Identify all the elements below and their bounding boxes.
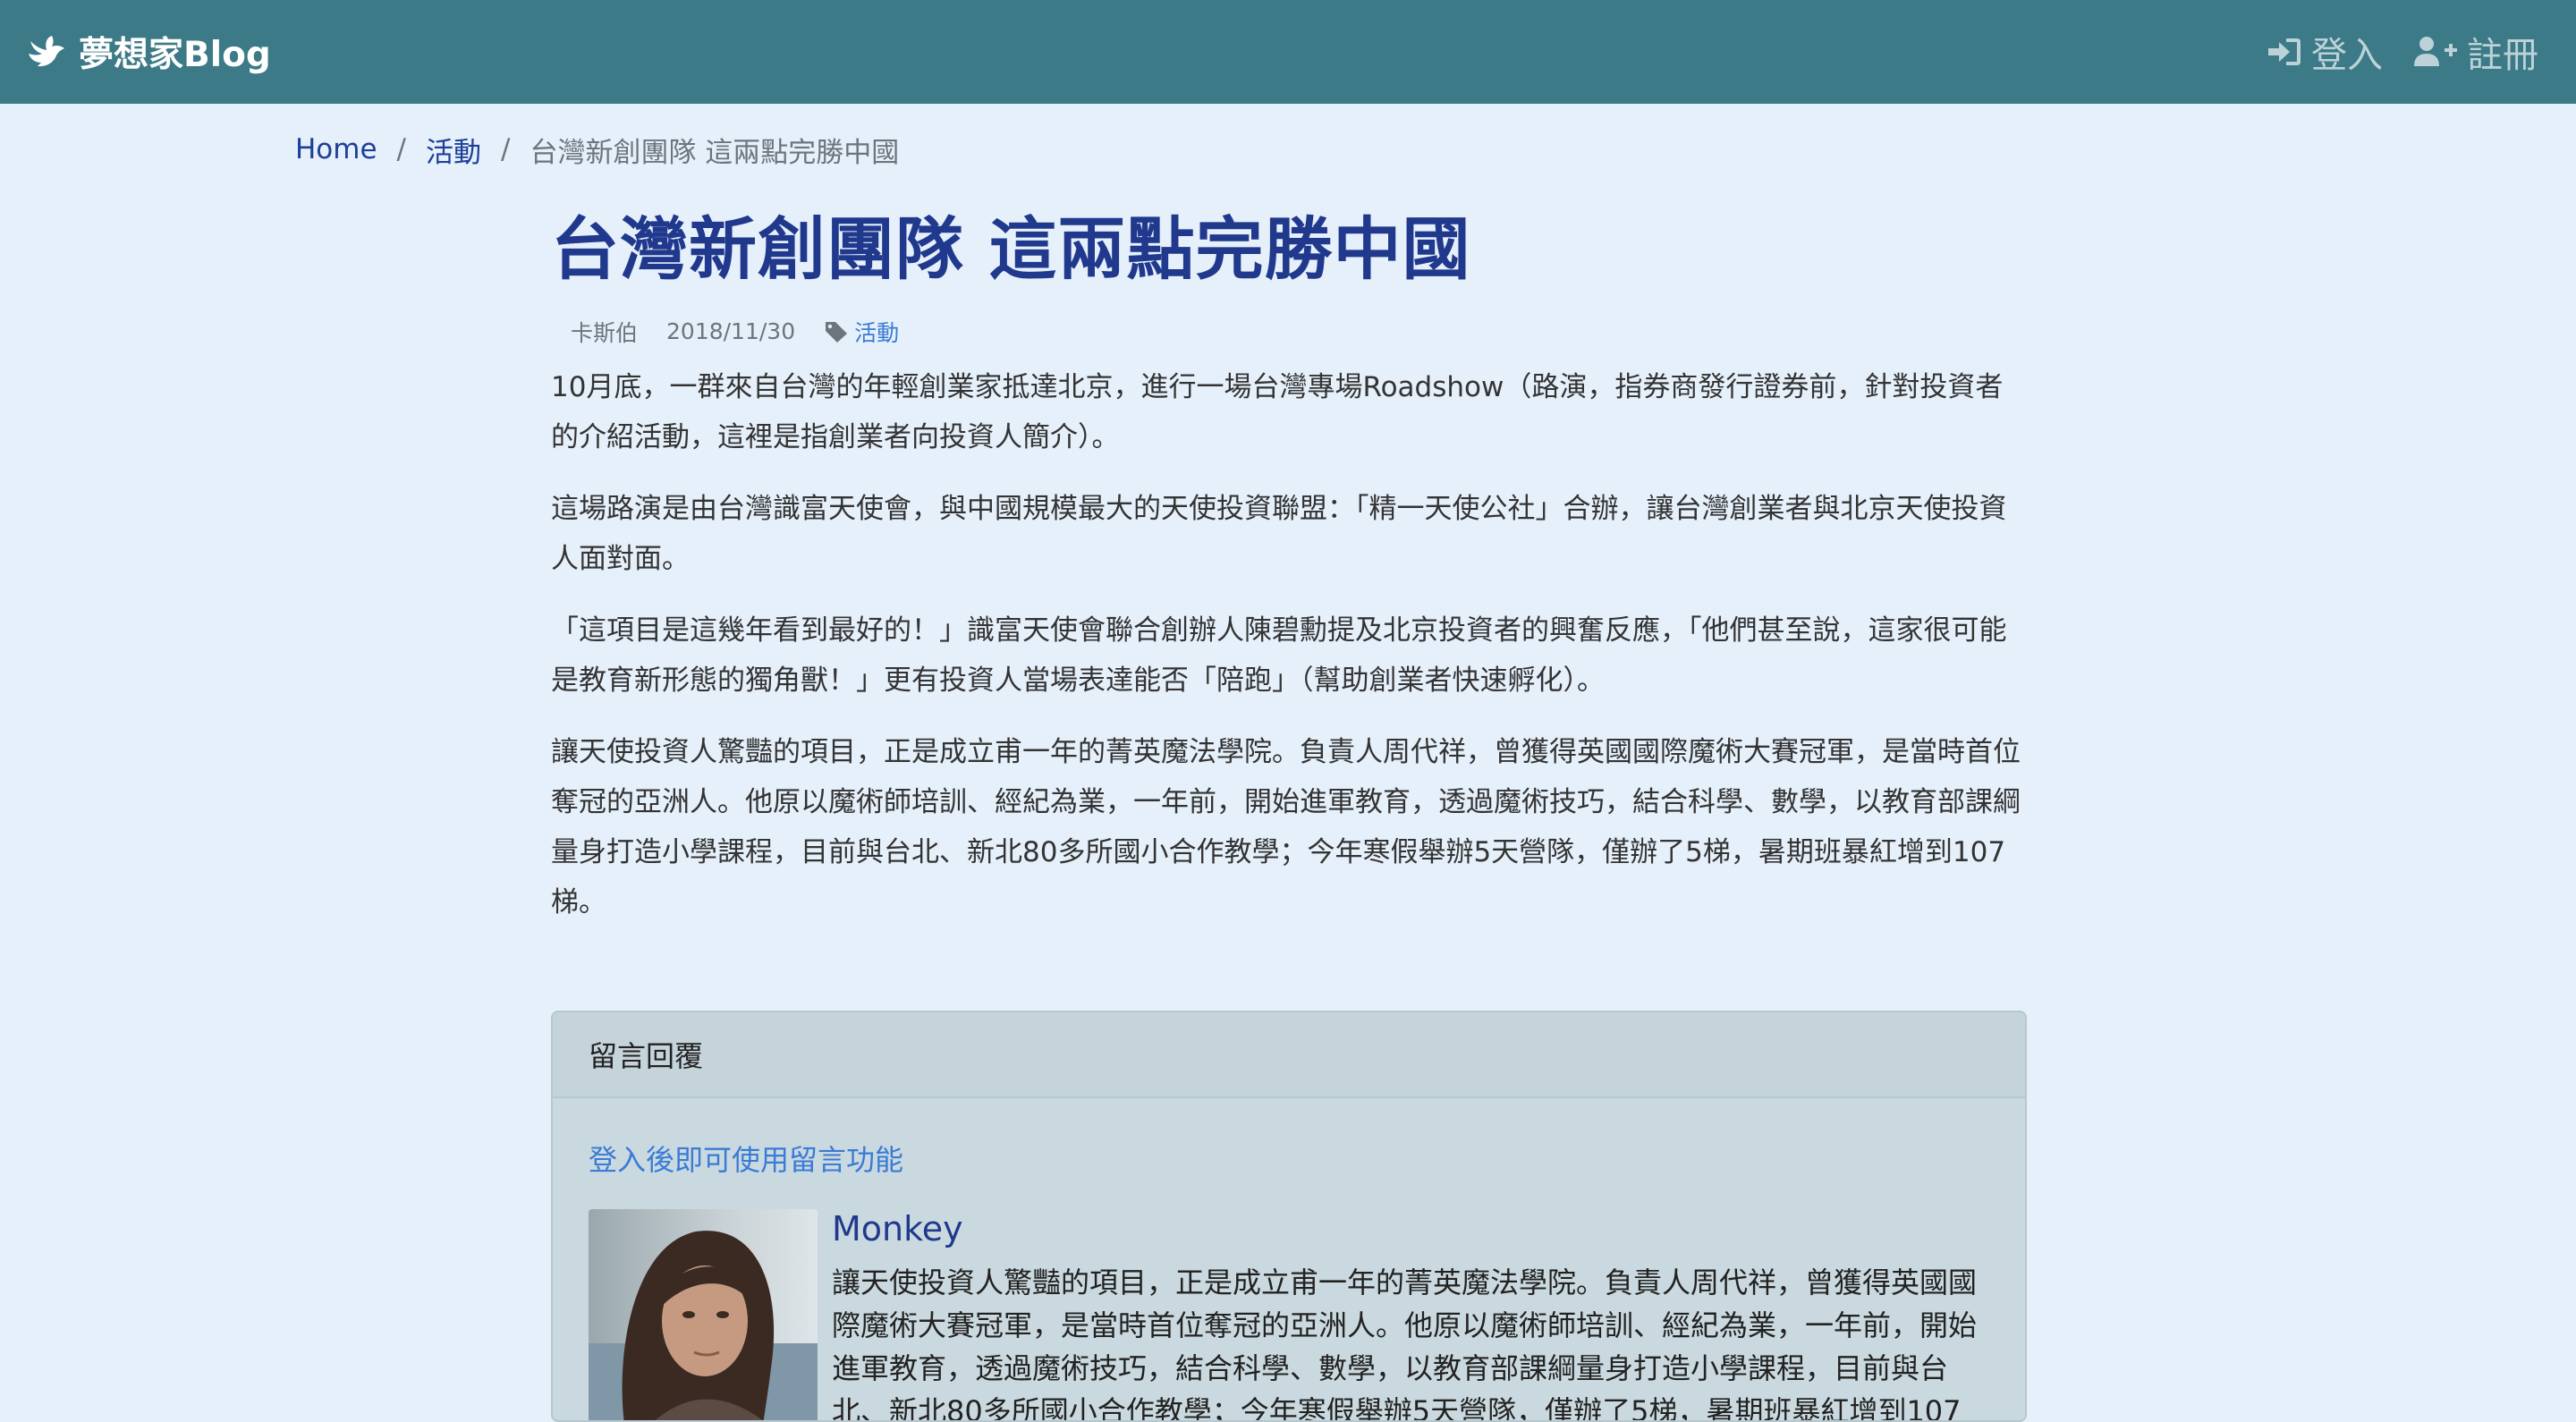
article-paragraph: 10月底，一群來自台灣的年輕創業家抵達北京，進行一場台灣專場Roadshow（路… [551,370,2004,453]
top-navbar: 夢想家Blog 登入 註冊 [0,0,2576,104]
article-author: 卡斯伯 [571,319,639,346]
tag-icon [826,321,848,343]
article: 台灣新創團隊 這兩點完勝中國 卡斯伯 2018/11/30 活動 10月底，一群… [551,206,2027,927]
article-date: 2018/11/30 [666,318,796,345]
breadcrumb-separator: / [396,133,406,165]
register-link[interactable]: 註冊 [2413,26,2538,78]
dove-icon [29,36,64,67]
comments-header: 留言回覆 [553,1012,2025,1098]
comment-text: 讓天使投資人驚豔的項目，正是成立甫一年的菁英魔法學院。負責人周代祥，曾獲得英國國… [832,1265,1978,1422]
brand-link[interactable]: 夢想家Blog [27,27,271,77]
article-tag-label: 活動 [854,319,900,346]
article-tag[interactable]: 活動 [824,316,928,348]
login-link[interactable]: 登入 [2267,26,2383,78]
article-title: 台灣新創團隊 這兩點完勝中國 [551,209,1471,289]
register-label: 註冊 [2467,35,2538,76]
breadcrumb-separator: / [501,133,511,165]
commenter-name[interactable]: Monkey [832,1209,1995,1250]
login-label: 登入 [2311,35,2383,76]
sign-in-icon [2268,38,2301,65]
breadcrumb-category[interactable]: 活動 [426,130,481,170]
login-to-comment-link[interactable]: 登入後即可使用留言功能 [589,1138,903,1179]
brand-name: 夢想家Blog [79,35,271,75]
comments-card: 留言回覆 登入後即可使用留言功能 Monkey 讓天使投資人驚豔的項目，正是成立… [551,1011,2027,1422]
user-plus-icon [2414,37,2457,66]
breadcrumb-home[interactable]: Home [295,133,377,165]
article-paragraph: 「這項目是這幾年看到最好的！」識富天使會聯合創辦人陳碧勳提及北京投資者的興奮反應… [551,614,2007,697]
comment-item: Monkey 讓天使投資人驚豔的項目，正是成立甫一年的菁英魔法學院。負責人周代祥… [589,1209,1995,1422]
breadcrumb-current: 台灣新創團隊 這兩點完勝中國 [530,136,900,169]
article-meta: 卡斯伯 2018/11/30 活動 [551,316,2027,348]
commenter-avatar [589,1209,818,1420]
article-paragraph: 這場路演是由台灣識富天使會，與中國規模最大的天使投資聯盟：「精一天使公社」合辦，… [551,492,2007,575]
breadcrumb: Home / 活動 / 台灣新創團隊 這兩點完勝中國 [295,125,899,174]
article-paragraph: 讓天使投資人驚豔的項目，正是成立甫一年的菁英魔法學院。負責人周代祥，曾獲得英國國… [551,735,2021,918]
